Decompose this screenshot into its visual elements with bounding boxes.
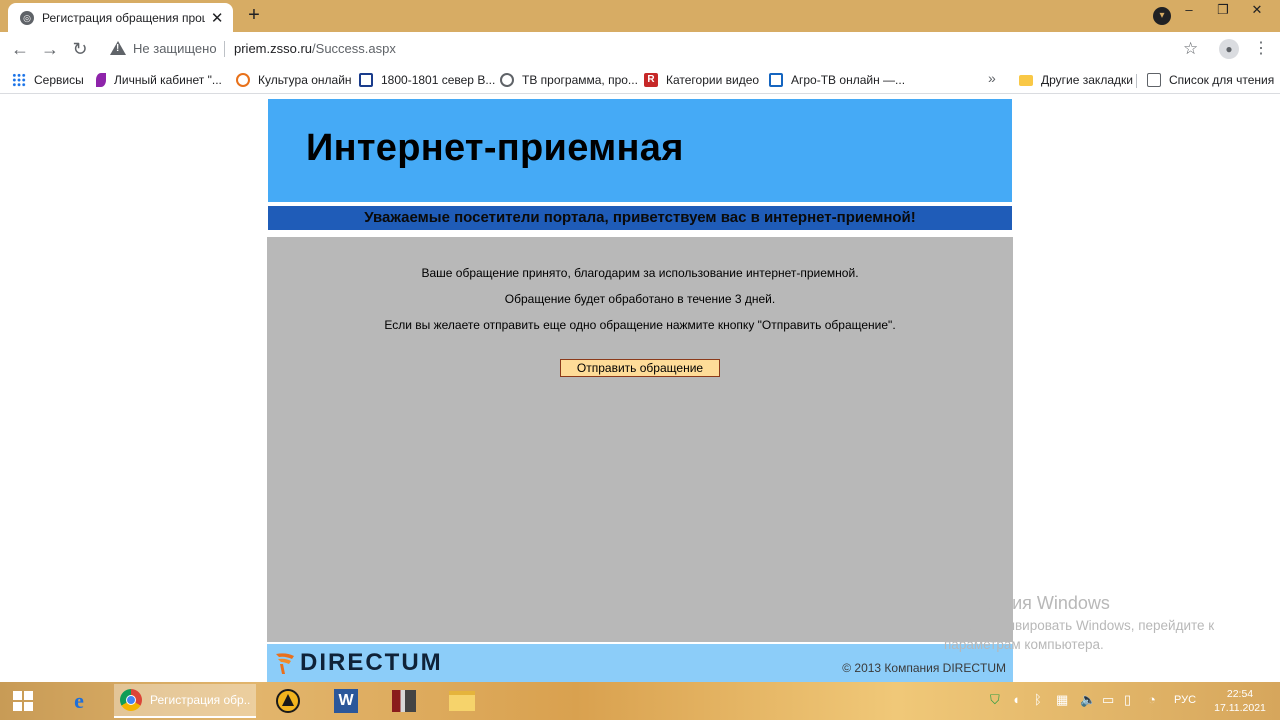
address-toolbar: ← → ↻ Не защищено priem.zsso.ru/Success.…	[0, 32, 1280, 66]
watermark-line-2: параметрам компьютера.	[944, 637, 1104, 652]
new-tab-button[interactable]: +	[243, 4, 265, 26]
bookmark-label: Сервисы	[34, 73, 84, 87]
resend-hint-message: Если вы желаете отправить еще одно обращ…	[384, 318, 896, 332]
tab-title: Регистрация обращения прош	[42, 10, 206, 25]
tab-strip: ◎ Регистрация обращения прош ✕ + ▾ – ❐ ✕	[0, 0, 1280, 32]
clock-time: 22:54	[1226, 688, 1254, 700]
bookmark-label: Культура онлайн	[258, 73, 352, 87]
page-container: Интернет-приемная Уважаемые посетители п…	[267, 98, 1013, 682]
speaker-tray-icon[interactable]: ◖	[1012, 692, 1020, 707]
watermark-line-1: Чтобы активировать Windows, перейдите к	[944, 618, 1215, 633]
restore-icon[interactable]: ❐	[1206, 0, 1240, 22]
culture-icon	[236, 73, 250, 87]
welcome-banner: Уважаемые посетители портала, приветству…	[268, 206, 1012, 230]
bookmark-label: Категории видео	[666, 73, 760, 87]
watermark-title: Активация Windows	[944, 593, 1110, 613]
page-title: Интернет-приемная	[306, 127, 684, 169]
bookmark-agro-tv[interactable]: Агро-ТВ онлайн —...	[769, 71, 905, 89]
clock-date: 17.11.2021	[1214, 702, 1266, 714]
display-tray-icon[interactable]: ▭	[1102, 692, 1114, 708]
feather-icon	[96, 73, 106, 87]
taskbar-window-label: Регистрация обр...	[150, 693, 250, 707]
bookmark-label: Другие закладки	[1041, 73, 1133, 87]
menu-kebab-icon[interactable]: ⋮	[1253, 38, 1269, 58]
directum-logo: DIRECTUM	[274, 649, 443, 676]
welcome-text: Уважаемые посетители портала, приветству…	[364, 209, 916, 226]
windows-logo-icon	[13, 691, 33, 711]
globe-icon: ◎	[20, 10, 34, 25]
address-bar[interactable]: priem.zsso.ru/Success.aspx	[234, 41, 396, 56]
bookmarks-overflow-button[interactable]: »	[988, 70, 996, 86]
avast-icon[interactable]	[272, 684, 304, 718]
bookmark-apps[interactable]: Сервисы	[12, 71, 84, 89]
bookmark-personal-account[interactable]: Личный кабинет "...	[96, 71, 222, 89]
network-app-tray-icon[interactable]: ▦	[1056, 692, 1068, 708]
start-button[interactable]	[6, 684, 40, 718]
system-clock[interactable]: 22:54 17.11.2021	[1208, 687, 1272, 715]
activation-watermark: Активация Windows Чтобы активировать Win…	[944, 593, 1214, 654]
volume-tray-icon[interactable]: 🔈	[1080, 692, 1096, 708]
bookmarks-bar: Сервисы Личный кабинет "... Культура онл…	[0, 66, 1280, 94]
close-tab-icon[interactable]: ✕	[209, 9, 225, 27]
directum-logo-icon	[276, 653, 294, 674]
content-area: Ваше обращение принято, благодарим за ис…	[267, 237, 1013, 642]
back-arrow-icon[interactable]: ←	[8, 37, 32, 61]
wifi-tray-icon[interactable]: ◔	[1148, 692, 1156, 707]
bookmark-other-folder[interactable]: Другие закладки	[1019, 71, 1133, 89]
avast-logo	[276, 689, 300, 713]
tab-search-icon[interactable]: ▾	[1153, 7, 1171, 25]
forward-arrow-icon[interactable]: →	[38, 37, 62, 61]
reading-list-icon	[1147, 73, 1161, 87]
warning-icon[interactable]	[110, 41, 126, 55]
taskbar-chrome-window[interactable]: Регистрация обр...	[114, 684, 256, 718]
success-message: Ваше обращение принято, благодарим за ис…	[421, 266, 859, 280]
bookmark-video-categories[interactable]: R Категории видео	[644, 71, 759, 89]
bookmark-star-icon[interactable]: ☆	[1183, 39, 1198, 59]
calendar-icon	[359, 73, 373, 87]
url-path: /Success.aspx	[312, 41, 396, 56]
profile-icon[interactable]: ●	[1219, 39, 1239, 59]
battery-tray-icon[interactable]: ▯	[1124, 692, 1131, 708]
url-host: priem.zsso.ru	[234, 41, 313, 56]
language-indicator[interactable]: РУС	[1174, 694, 1196, 706]
apps-grid-icon	[12, 73, 26, 87]
folder-icon	[1019, 74, 1033, 86]
bookmark-label: ТВ программа, про...	[522, 73, 638, 87]
minimize-icon[interactable]: –	[1172, 0, 1206, 22]
word-icon[interactable]: W	[330, 684, 362, 718]
reading-list-button[interactable]: Список для чтения	[1147, 71, 1274, 89]
tv-icon	[769, 73, 783, 87]
security-status[interactable]: Не защищено	[133, 41, 217, 56]
bookmark-1800[interactable]: 1800-1801 север В...	[359, 71, 495, 89]
taskbar: e Регистрация обр... W ⛉ ◖ ᛒ ▦ 🔈 ▭ ▯ ◔ Р…	[0, 682, 1280, 720]
bluetooth-tray-icon[interactable]: ᛒ	[1034, 692, 1042, 707]
bookmark-label: 1800-1801 север В...	[381, 73, 496, 87]
bookmark-label: Список для чтения	[1169, 73, 1275, 87]
chrome-icon	[120, 689, 142, 711]
bookmark-label: Агро-ТВ онлайн —...	[791, 73, 906, 87]
footer: DIRECTUM © 2013 Компания DIRECTUM	[267, 644, 1013, 682]
folder-logo	[449, 691, 475, 711]
shield-tray-icon[interactable]: ⛉	[990, 692, 1000, 708]
processing-message: Обращение будет обработано в течение 3 д…	[504, 292, 776, 306]
browser-tab[interactable]: ◎ Регистрация обращения прош ✕	[8, 3, 233, 32]
internet-explorer-icon[interactable]: e	[62, 684, 96, 718]
header-banner: Интернет-приемная	[268, 99, 1012, 202]
send-request-button[interactable]: Отправить обращение	[560, 359, 720, 377]
file-explorer-icon[interactable]	[446, 684, 478, 718]
url-divider	[224, 41, 225, 57]
logo-text: DIRECTUM	[300, 649, 443, 676]
word-logo: W	[334, 689, 358, 713]
globe-icon	[500, 73, 514, 87]
copyright-text: © 2013 Компания DIRECTUM	[842, 661, 1006, 675]
bookmark-culture[interactable]: Культура онлайн	[236, 71, 352, 89]
reload-icon[interactable]: ↻	[68, 37, 92, 61]
books-logo	[392, 690, 416, 712]
r-icon: R	[644, 73, 658, 87]
bookmark-label: Личный кабинет "...	[114, 73, 222, 87]
library-app-icon[interactable]	[388, 684, 420, 718]
bookmark-tv-program[interactable]: ТВ программа, про...	[500, 71, 638, 89]
close-window-icon[interactable]: ✕	[1240, 0, 1274, 22]
bookmarks-divider	[1136, 74, 1137, 88]
